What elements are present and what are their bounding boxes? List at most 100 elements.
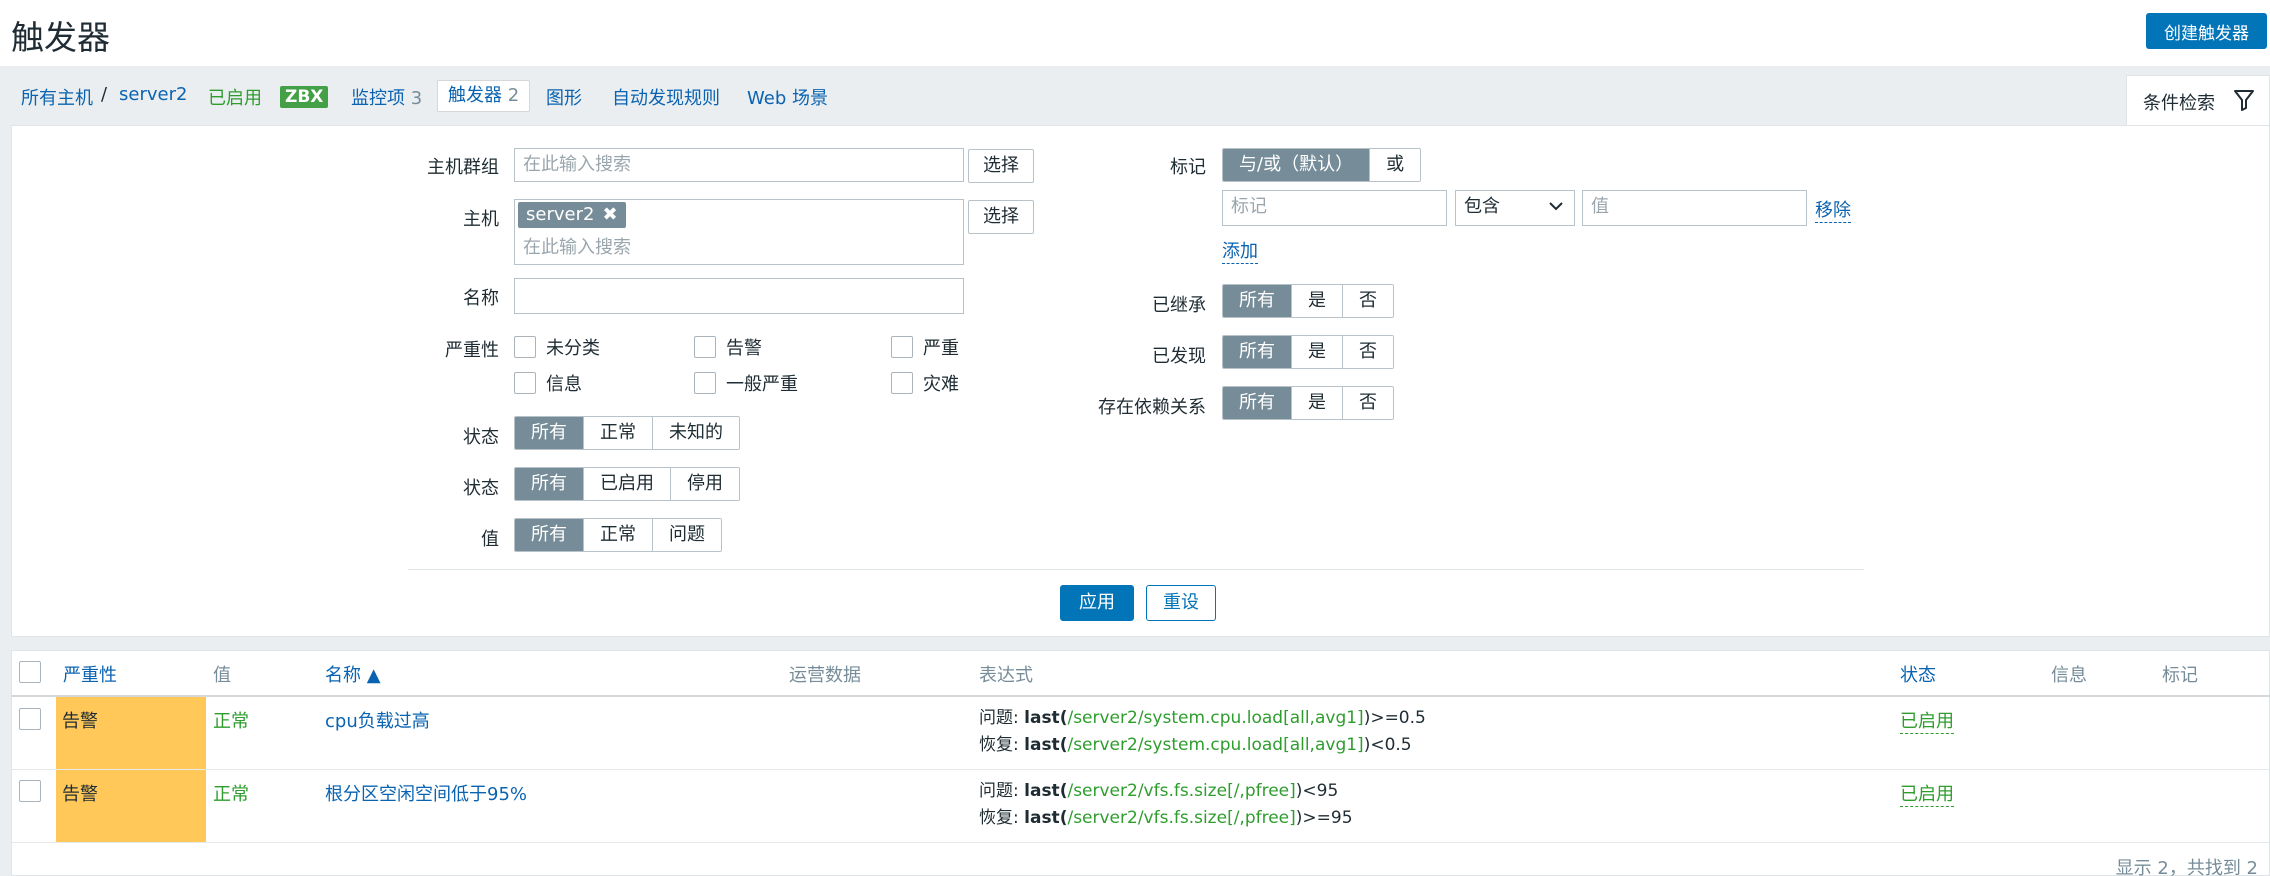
host-select-button[interactable]: 选择	[968, 200, 1034, 234]
tab-discovery-rules[interactable]: 自动发现规则	[612, 84, 720, 110]
value-ok-option[interactable]: 正常	[583, 519, 652, 551]
tab-web-scenarios[interactable]: Web 场景	[747, 84, 828, 110]
severity-disaster-checkbox[interactable]: 灾难	[891, 370, 959, 396]
state-normal-option[interactable]: 正常	[583, 417, 652, 449]
status-disabled-option[interactable]: 停用	[670, 468, 739, 500]
trigger-name-link[interactable]: cpu负载过高	[325, 707, 430, 733]
status-label: 状态	[463, 478, 499, 499]
severity-option-label: 信息	[546, 374, 582, 395]
row-checkbox[interactable]	[19, 780, 41, 802]
checkbox-box[interactable]	[891, 372, 913, 394]
function-name: last	[1024, 708, 1060, 728]
name-input[interactable]	[514, 278, 964, 314]
value-all-option[interactable]: 所有	[515, 519, 583, 551]
item-link[interactable]: /server2/vfs.fs.size[/,pfree]	[1067, 808, 1295, 828]
trigger-expression: 问题: last(/server2/vfs.fs.size[/,pfree])<…	[979, 778, 1353, 832]
discovered-label: 已发现	[1152, 346, 1206, 367]
item-link[interactable]: /server2/system.cpu.load[all,avg1]	[1067, 708, 1363, 728]
column-header-status[interactable]: 状态	[1900, 661, 1936, 687]
tab-triggers[interactable]: 触发器 2	[437, 80, 531, 112]
tags-and-or-option[interactable]: 与/或（默认）	[1223, 149, 1370, 181]
tag-name-input[interactable]: 标记	[1222, 190, 1447, 226]
discovered-no-option[interactable]: 否	[1342, 336, 1393, 368]
row-checkbox[interactable]	[19, 708, 41, 730]
host-group-input[interactable]: 在此输入搜索	[514, 148, 964, 182]
state-unknown-option[interactable]: 未知的	[652, 417, 739, 449]
add-tag-link[interactable]: 添加	[1222, 237, 1258, 264]
table-header-divider	[11, 695, 2270, 697]
remove-tag-link[interactable]: 移除	[1815, 196, 1851, 223]
tab-items[interactable]: 监控项 3	[351, 84, 422, 110]
problem-expression: 问题: last(/server2/vfs.fs.size[/,pfree])<…	[979, 778, 1353, 805]
status-all-option[interactable]: 所有	[515, 468, 583, 500]
severity-option-label: 告警	[726, 338, 762, 359]
tab-graphs[interactable]: 图形	[546, 84, 582, 110]
recovery-expression: 恢复: last(/server2/vfs.fs.size[/,pfree])>…	[979, 805, 1353, 832]
value-problem-option[interactable]: 问题	[652, 519, 721, 551]
trigger-expression: 问题: last(/server2/system.cpu.load[all,av…	[979, 705, 1426, 759]
trigger-name-link[interactable]: 根分区空闲空间低于95%	[325, 780, 527, 806]
breadcrumb-host[interactable]: server2	[119, 84, 187, 105]
name-label: 名称	[463, 288, 499, 309]
trigger-value: 正常	[213, 784, 249, 805]
dependencies-all-option[interactable]: 所有	[1223, 387, 1291, 419]
apply-button[interactable]: 应用	[1060, 585, 1134, 621]
column-header-value: 值	[213, 665, 231, 686]
state-all-option[interactable]: 所有	[515, 417, 583, 449]
reset-button[interactable]: 重设	[1146, 585, 1216, 621]
value-segment: 所有 正常 问题	[514, 518, 722, 552]
item-link[interactable]: /server2/vfs.fs.size[/,pfree]	[1067, 781, 1295, 801]
host-group-select-button[interactable]: 选择	[968, 149, 1034, 183]
checkbox-box[interactable]	[891, 336, 913, 358]
severity-option-label: 一般严重	[726, 374, 798, 395]
trigger-status-link[interactable]: 已启用	[1900, 707, 1954, 734]
severity-information-checkbox[interactable]: 信息	[514, 370, 582, 396]
column-header-severity[interactable]: 严重性	[63, 661, 117, 687]
checkbox-box[interactable]	[694, 336, 716, 358]
severity-warning-checkbox[interactable]: 告警	[694, 334, 762, 360]
column-header-name[interactable]: 名称 ▲	[325, 661, 381, 687]
checkbox-box[interactable]	[514, 372, 536, 394]
severity-average-checkbox[interactable]: 一般严重	[694, 370, 798, 396]
close-icon[interactable]: ✖	[602, 204, 617, 225]
filter-tab[interactable]: 条件检索	[2126, 75, 2270, 125]
dependencies-yes-option[interactable]: 是	[1291, 387, 1342, 419]
tab-items-label: 监控项	[351, 88, 405, 109]
create-trigger-button[interactable]: 创建触发器	[2146, 13, 2267, 49]
item-link[interactable]: /server2/system.cpu.load[all,avg1]	[1067, 735, 1363, 755]
expression-prefix: 问题:	[979, 781, 1025, 801]
trigger-status-link[interactable]: 已启用	[1900, 780, 1954, 807]
table-footer-count: 显示 2，共找到 2	[2115, 858, 2258, 876]
checkbox-box[interactable]	[514, 336, 536, 358]
severity-not-classified-checkbox[interactable]: 未分类	[514, 334, 600, 360]
inherited-no-option[interactable]: 否	[1342, 285, 1393, 317]
expression-prefix: 问题:	[979, 708, 1025, 728]
tags-label: 标记	[1170, 157, 1206, 178]
severity-cell: 告警	[56, 697, 206, 769]
filter-tab-label: 条件检索	[2143, 93, 2215, 114]
severity-option-label: 未分类	[546, 338, 600, 359]
status-enabled-option[interactable]: 已启用	[583, 468, 670, 500]
dependencies-no-option[interactable]: 否	[1342, 387, 1393, 419]
inherited-yes-option[interactable]: 是	[1291, 285, 1342, 317]
tag-condition-select[interactable]: 包含	[1455, 190, 1575, 226]
trigger-value: 正常	[213, 711, 249, 732]
select-all-checkbox[interactable]	[19, 661, 41, 683]
function-name: last	[1024, 808, 1060, 828]
filter-divider	[408, 569, 1864, 570]
host-chip[interactable]: server2 ✖	[518, 202, 626, 228]
tag-value-input[interactable]: 值	[1582, 190, 1807, 226]
inherited-all-option[interactable]: 所有	[1223, 285, 1291, 317]
tags-or-option[interactable]: 或	[1369, 149, 1421, 181]
severity-option-label: 严重	[923, 338, 959, 359]
checkbox-box[interactable]	[694, 372, 716, 394]
severity-cell: 告警	[56, 770, 206, 842]
severity-high-checkbox[interactable]: 严重	[891, 334, 959, 360]
function-name: last	[1024, 781, 1060, 801]
discovered-yes-option[interactable]: 是	[1291, 336, 1342, 368]
discovered-all-option[interactable]: 所有	[1223, 336, 1291, 368]
breadcrumb-all-hosts[interactable]: 所有主机	[21, 84, 93, 110]
column-header-info: 信息	[2051, 665, 2087, 686]
state-segment: 所有 正常 未知的	[514, 416, 740, 450]
host-enabled-status[interactable]: 已启用	[208, 84, 262, 110]
